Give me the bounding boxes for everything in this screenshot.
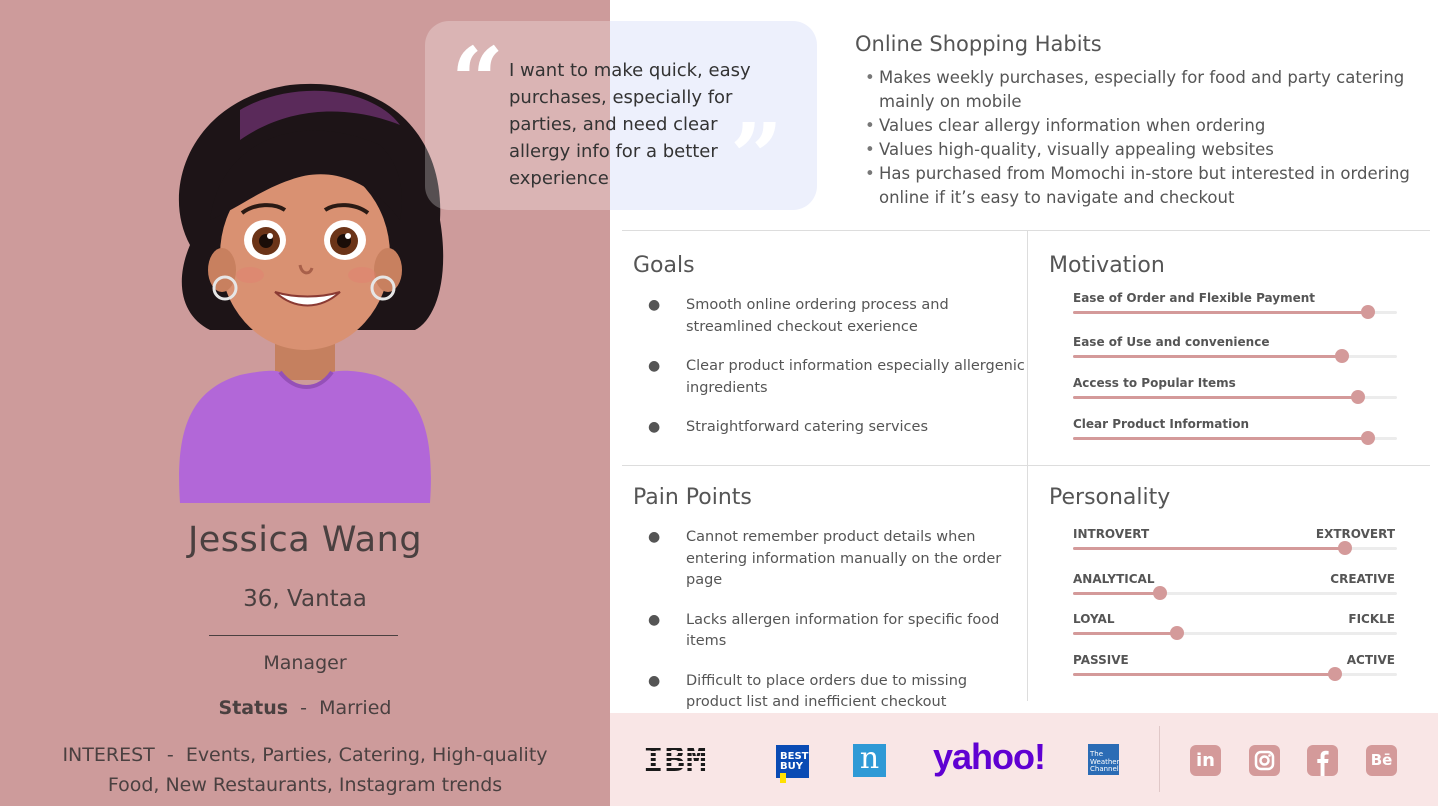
slider-left-label: INTROVERT [1073,527,1150,541]
slider-left-label: LOYAL [1073,612,1115,626]
interest-value: Events, Parties, Catering, High-quality … [107,744,548,796]
list-item: Values clear allergy information when or… [865,114,1425,138]
bullet-icon: ● [648,297,661,313]
pain-points-list: ● Cannot remember product details when en… [648,527,1018,732]
habits-list: Makes weekly purchases, especially for f… [865,66,1425,210]
slider-label: Access to Popular Items [1073,376,1236,390]
slider-fill [1073,396,1359,399]
status-value: Married [319,697,392,719]
slider-knob [1360,305,1375,319]
pain-points-title: Pain Points [633,485,752,510]
interest-separator: - [166,744,174,766]
nielsen-logo: n [853,744,886,777]
bestbuy-tag-icon [780,773,787,783]
slider-track [1073,626,1397,640]
slider-track [1073,431,1397,445]
bullet-icon: ● [648,419,661,435]
persona-quote: “ ” I want to make quick, easy purchases… [425,21,817,210]
ibm-logo: IBM [643,740,708,780]
slider-right-label: ACTIVE [1346,653,1395,667]
slider-knob [1334,349,1349,363]
slider-left-label: ANALYTICAL [1073,572,1155,586]
bullet-icon: ● [648,529,661,545]
bullet-icon: ● [648,672,661,689]
goals-list: ● Smooth online ordering process and stre… [648,295,1028,457]
section-divider [622,230,1430,231]
list-item: Has purchased from Momochi in-store but … [865,162,1425,210]
list-item: ● Cannot remember product details when en… [648,529,1002,588]
facebook-icon[interactable] [1307,745,1338,776]
slider-right-label: EXTROVERT [1315,527,1395,541]
slider-label: Ease of Order and Flexible Payment [1073,291,1316,305]
slider-track [1073,305,1397,319]
motivation-title: Motivation [1049,253,1165,278]
footer-separator [1159,726,1160,792]
list-item: Values high-quality, visually appealing … [865,138,1425,162]
status-label: Status [218,697,289,719]
persona-status: Status - Married [0,697,610,719]
bullet-icon: ● [648,611,661,628]
slider-left-label: PASSIVE [1073,653,1129,667]
habits-title: Online Shopping Habits [855,32,1102,56]
slider-fill [1073,547,1346,550]
yahoo-logo: yahoo! [933,736,1046,777]
slider-fill [1073,673,1336,676]
persona-name: Jessica Wang [187,520,423,560]
persona-divider [209,635,398,636]
quote-text: I want to make quick, easy purchases, es… [509,60,751,189]
slider-label: Ease of Use and convenience [1073,335,1270,349]
persona-job: Manager [263,652,347,674]
weather-channel-logo: The Weather Channel [1088,744,1119,775]
bestbuy-logo: BEST BUY [776,745,809,783]
slider-knob [1169,626,1184,640]
behance-icon[interactable]: Bē [1366,745,1397,776]
slider-knob [1351,390,1366,404]
brands-footer: IBM BEST BUY n yahoo! The Weather Channe… [610,713,1438,806]
linkedin-icon[interactable]: in [1190,745,1221,776]
slider-track [1073,541,1397,555]
persona-interest: INTEREST - Events, Parties, Catering, Hi… [40,740,570,800]
personality-title: Personality [1049,485,1171,510]
slider-fill [1073,592,1161,595]
list-item: ● Smooth online ordering process and stre… [648,297,949,335]
persona-age-location: 36, Vantaa [243,586,367,612]
slider-track [1073,349,1397,363]
slider-knob [1360,431,1375,445]
interest-label: INTEREST [62,744,155,766]
bullet-icon: ● [648,358,661,374]
section-divider [622,465,1430,466]
persona-avatar [178,83,444,503]
slider-fill [1073,355,1342,358]
list-item: ● Lacks allergen information for specific… [648,611,1000,650]
status-separator: - [300,697,307,719]
slider-label: Clear Product Information [1073,417,1249,431]
list-item: ● Clear product information especially al… [648,358,1025,396]
slider-track [1073,586,1397,600]
slider-fill [1073,437,1368,440]
slider-fill [1073,632,1177,635]
list-item: ● Straightforward catering services [648,417,1028,439]
slider-right-label: CREATIVE [1330,572,1395,586]
open-quote-icon: “ [451,27,504,135]
list-item: Makes weekly purchases, especially for f… [865,66,1425,114]
list-item: ● Difficult to place orders due to missin… [648,672,968,711]
slider-track [1073,667,1397,681]
slider-track [1073,390,1397,404]
goals-title: Goals [633,253,695,278]
slider-right-label: FICKLE [1348,612,1395,626]
slider-fill [1073,311,1368,314]
instagram-icon[interactable] [1249,745,1280,776]
